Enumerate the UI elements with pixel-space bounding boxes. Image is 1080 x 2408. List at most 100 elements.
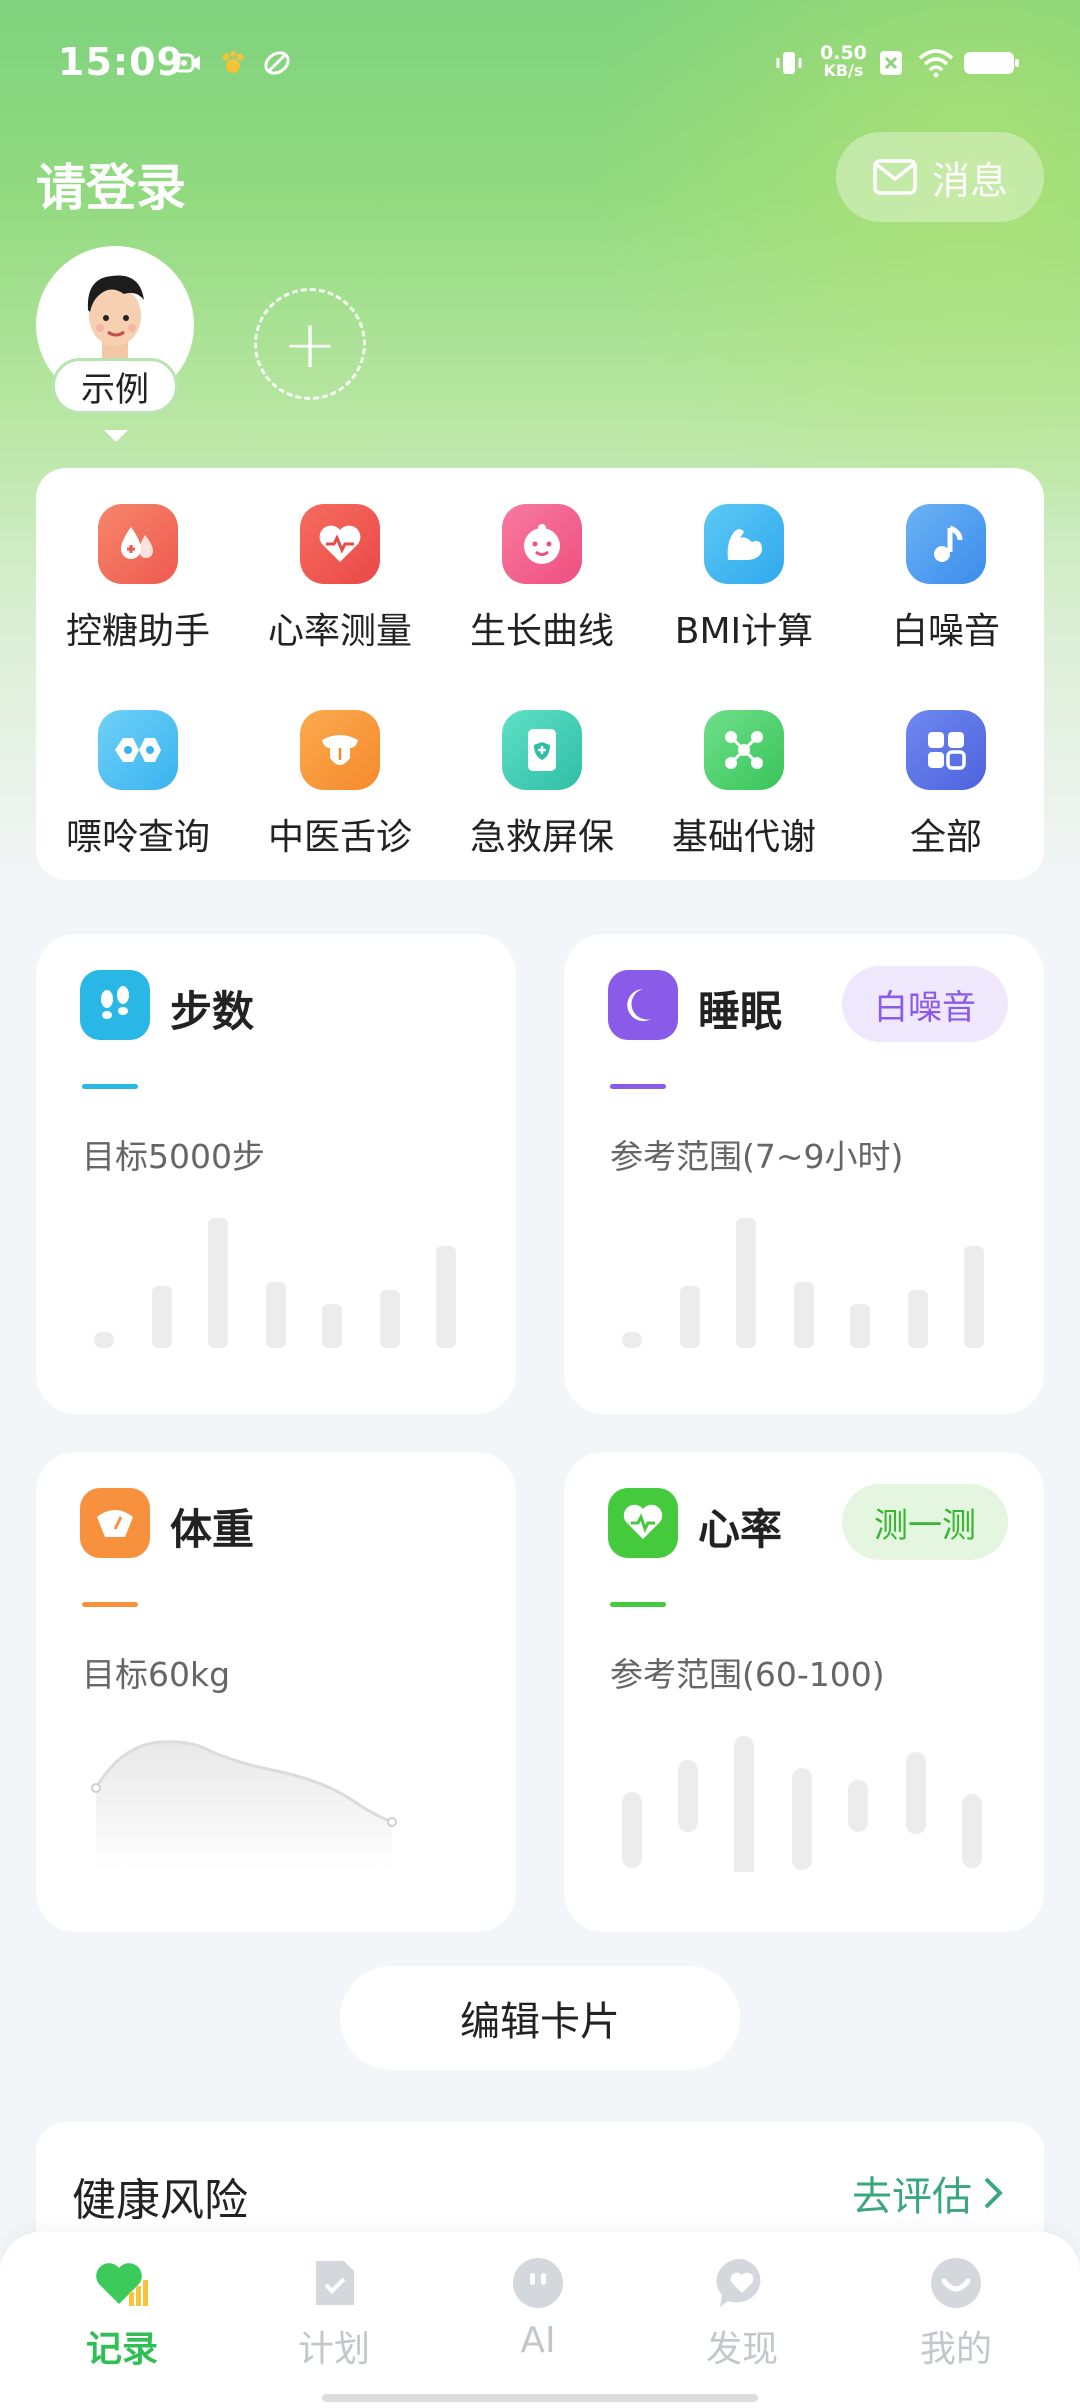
heart-chart-icon [93, 2254, 151, 2312]
tool-emergency-screensaver[interactable]: 急救屏保 [442, 674, 642, 858]
bottom-tab-bar: 记录 计划 AI 发现 我的 [0, 2232, 1080, 2408]
footprints-icon [80, 970, 150, 1040]
paw-icon [222, 51, 244, 73]
white-noise-pill[interactable]: 白噪音 [842, 966, 1008, 1042]
vibrate-icon [776, 52, 802, 74]
tab-mine[interactable]: 我的 [856, 2254, 1056, 2372]
scale-icon [80, 1488, 150, 1558]
moon-icon: z [608, 970, 678, 1040]
tongue-icon [300, 710, 380, 790]
music-note-icon [906, 504, 986, 584]
evaluate-link-label: 去评估 [852, 2174, 972, 2220]
phone-shield-icon [502, 710, 582, 790]
message-button[interactable]: 消息 [836, 132, 1044, 222]
caret-down-icon [104, 430, 128, 442]
chevron-right-icon [984, 2177, 1003, 2209]
tool-label: 白噪音 [891, 611, 1000, 652]
tool-bmi[interactable]: BMI计算 [644, 468, 844, 652]
status-bar: 15:09 0.50 KB/s [0, 0, 1080, 130]
tool-label: 中医舌诊 [267, 817, 412, 858]
card-accent-line [610, 1084, 666, 1089]
tool-tongue-diagnosis[interactable]: 中医舌诊 [240, 674, 440, 858]
smile-icon [927, 2254, 985, 2312]
heart-rate-placeholder-chart [622, 1736, 982, 1872]
status-time: 15:09 [58, 40, 184, 84]
tab-discover[interactable]: 发现 [642, 2254, 842, 2372]
card-accent-line [82, 1602, 138, 1607]
tool-label: 全部 [909, 817, 982, 858]
tool-purine-query[interactable]: 嘌呤查询 [38, 674, 238, 858]
card-title: 睡眠 [698, 987, 783, 1036]
sim-x-icon [880, 51, 902, 75]
add-member-button[interactable]: + [254, 288, 366, 400]
tab-ai[interactable]: AI [438, 2254, 638, 2361]
molecule-icon [98, 710, 178, 790]
card-subtitle: 参考范围(60-100) [610, 1655, 885, 1694]
card-subtitle: 参考范围(7~9小时) [610, 1137, 904, 1176]
net-speed-unit: KB/s [823, 61, 864, 80]
evaluate-link[interactable]: 去评估 [852, 2164, 1004, 2222]
weight-card[interactable]: 体重 目标60kg [36, 1452, 516, 1932]
tool-label: 生长曲线 [469, 611, 614, 652]
card-title: 心率 [698, 1505, 783, 1554]
heart-icon [608, 1488, 678, 1558]
tool-label: 心率测量 [267, 611, 412, 652]
tool-heart-rate[interactable]: 心率测量 [240, 468, 440, 652]
health-risk-title: 健康风险 [72, 2175, 248, 2226]
leaf-icon [264, 51, 290, 75]
measure-now-pill[interactable]: 测一测 [842, 1484, 1008, 1560]
sleep-placeholder-chart [622, 1218, 984, 1348]
svg-text:z: z [645, 994, 651, 1008]
tool-label: 嘌呤查询 [65, 817, 210, 858]
tool-sugar-control[interactable]: 控糖助手 [38, 468, 238, 652]
net-speed-value: 0.50 [820, 42, 867, 64]
tab-label: AI [520, 2320, 556, 2361]
steps-card[interactable]: 步数 目标5000步 [36, 934, 516, 1414]
tool-label: 急救屏保 [469, 817, 614, 858]
tool-growth-curve[interactable]: 生长曲线 [442, 468, 642, 652]
tab-label: 发现 [705, 2329, 778, 2370]
weight-placeholder-chart [91, 1740, 397, 1872]
tool-label: BMI计算 [674, 611, 814, 652]
card-accent-line [82, 1084, 138, 1089]
home-indicator[interactable] [322, 2394, 758, 2402]
tools-panel: 控糖助手 心率测量 生长曲线 BMI计算 白噪音 嘌呤查询 中医舌诊 急救屏保 … [36, 468, 1044, 880]
tool-white-noise[interactable]: 白噪音 [846, 468, 1046, 652]
sleep-card[interactable]: z 睡眠 白噪音 参考范围(7~9小时) [564, 934, 1044, 1414]
card-subtitle: 目标5000步 [82, 1137, 265, 1176]
battery-icon [964, 52, 1019, 74]
mail-icon [873, 159, 917, 195]
wifi-icon [918, 49, 954, 78]
heart-rate-card[interactable]: 心率 测一测 参考范围(60-100) [564, 1452, 1044, 1932]
chat-heart-icon [713, 2254, 771, 2312]
robot-face-icon [509, 2254, 567, 2312]
muscle-icon [704, 504, 784, 584]
tool-basal-metabolism[interactable]: 基础代谢 [644, 674, 844, 858]
message-label: 消息 [931, 158, 1008, 203]
baby-face-icon [502, 504, 582, 584]
network-icon [704, 710, 784, 790]
card-accent-line [610, 1602, 666, 1607]
avatar-label[interactable]: 示例 [52, 358, 178, 414]
login-prompt[interactable]: 请登录 [36, 148, 186, 220]
heart-pulse-icon [300, 504, 380, 584]
plus-icon: + [282, 305, 338, 383]
card-title: 体重 [170, 1505, 255, 1554]
tab-records[interactable]: 记录 [22, 2254, 222, 2372]
card-title: 步数 [170, 987, 255, 1036]
blood-drop-icon [98, 504, 178, 584]
tab-label: 记录 [85, 2329, 158, 2370]
net-speed: 0.50 KB/s [820, 44, 867, 80]
camera-icon [173, 53, 200, 73]
steps-placeholder-chart [94, 1218, 456, 1348]
tab-plan[interactable]: 计划 [234, 2254, 434, 2372]
edit-cards-button[interactable]: 编辑卡片 [340, 1966, 740, 2070]
tab-label: 我的 [919, 2329, 992, 2370]
checklist-icon [305, 2254, 363, 2312]
grid-icon [906, 710, 986, 790]
card-subtitle: 目标60kg [82, 1655, 231, 1694]
tab-label: 计划 [297, 2329, 370, 2370]
tool-all[interactable]: 全部 [846, 674, 1046, 858]
tool-label: 控糖助手 [65, 611, 210, 652]
tool-label: 基础代谢 [671, 817, 816, 858]
